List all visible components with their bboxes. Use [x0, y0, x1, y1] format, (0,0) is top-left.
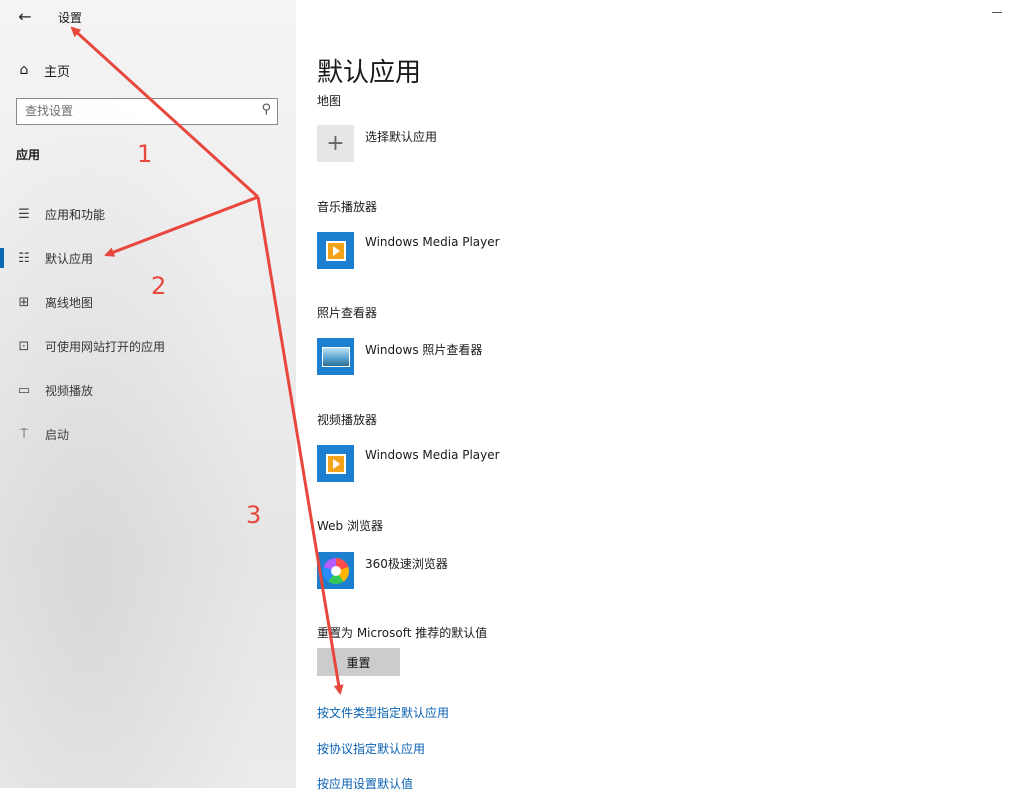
sidebar-item-label: 启动 [45, 427, 70, 442]
minimize-icon[interactable] [992, 12, 1002, 13]
link-protocol-defaults[interactable]: 按协议指定默认应用 [317, 740, 425, 757]
reset-button[interactable]: 重置 [317, 648, 400, 676]
app-name: 360极速浏览器 [365, 557, 448, 571]
category-label: 视频播放器 [317, 413, 378, 427]
sidebar-item-apps-features[interactable]: ☰ 应用和功能 [0, 192, 296, 236]
category-label: 地图 [317, 94, 342, 108]
search-input[interactable] [25, 102, 250, 120]
window-title: 设置 [58, 11, 83, 25]
link-app-defaults[interactable]: 按应用设置默认值 [317, 775, 413, 792]
apps-list-icon: ☰ [18, 206, 30, 222]
default-app-maps[interactable]: + 选择默认应用 [317, 125, 437, 165]
sidebar-section-title: 应用 [16, 148, 41, 162]
sidebar: ← 设置 ⌂ 主页 ⚲ 应用 ☰ 应用和功能 ☷ 默认应用 ⊞ 离线地图 ⊡ 可… [0, 0, 296, 788]
sidebar-item-label: 离线地图 [45, 295, 94, 310]
sidebar-home[interactable]: ⌂ 主页 [16, 60, 70, 80]
sidebar-item-video-playback[interactable]: ▭ 视频播放 [0, 368, 296, 412]
sidebar-item-website-apps[interactable]: ⊡ 可使用网站打开的应用 [0, 324, 296, 368]
sidebar-item-label: 默认应用 [45, 251, 94, 266]
main-content: 默认应用 地图 + 选择默认应用 音乐播放器 Windows Media Pla… [296, 0, 1029, 791]
app-name: Windows 照片查看器 [365, 343, 483, 357]
reset-label: 重置为 Microsoft 推荐的默认值 [317, 626, 488, 640]
default-apps-icon: ☷ [18, 250, 30, 266]
sidebar-item-label: 视频播放 [45, 383, 94, 398]
category-label: Web 浏览器 [317, 519, 383, 533]
app-name: 选择默认应用 [365, 130, 438, 144]
default-app-photos[interactable]: Windows 照片查看器 [317, 338, 482, 378]
home-icon: ⌂ [19, 62, 29, 78]
annotation-number-1: 1 [137, 140, 153, 168]
search-box[interactable]: ⚲ [16, 98, 278, 125]
default-app-browser[interactable]: 360极速浏览器 [317, 552, 448, 592]
default-app-video[interactable]: Windows Media Player [317, 445, 500, 485]
sidebar-nav: ☰ 应用和功能 ☷ 默认应用 ⊞ 离线地图 ⊡ 可使用网站打开的应用 ▭ 视频播… [0, 192, 296, 456]
sidebar-item-label: 可使用网站打开的应用 [45, 339, 166, 354]
sidebar-item-default-apps[interactable]: ☷ 默认应用 [0, 236, 296, 280]
sidebar-item-label: 应用和功能 [45, 207, 106, 222]
category-label: 照片查看器 [317, 306, 378, 320]
annotation-number-2: 2 [151, 272, 167, 300]
photo-viewer-icon [317, 338, 354, 375]
wmp-icon [317, 232, 354, 269]
offline-map-icon: ⊞ [18, 294, 30, 310]
browser-360-icon [317, 552, 354, 589]
annotation-number-3: 3 [246, 501, 262, 529]
website-app-icon: ⊡ [18, 338, 30, 354]
category-label: 音乐播放器 [317, 200, 378, 214]
video-icon: ▭ [17, 382, 31, 398]
link-file-type-defaults[interactable]: 按文件类型指定默认应用 [317, 704, 449, 721]
sidebar-item-offline-maps[interactable]: ⊞ 离线地图 [0, 280, 296, 324]
wmp-icon [317, 445, 354, 482]
startup-icon: ⍑ [20, 426, 28, 442]
plus-icon: + [317, 125, 354, 162]
search-icon[interactable]: ⚲ [261, 102, 271, 117]
app-name: Windows Media Player [365, 235, 500, 249]
default-app-music[interactable]: Windows Media Player [317, 232, 500, 272]
page-title: 默认应用 [317, 58, 422, 88]
app-name: Windows Media Player [365, 448, 500, 462]
sidebar-item-startup[interactable]: ⍑ 启动 [0, 412, 296, 456]
back-arrow-icon[interactable]: ← [14, 6, 36, 28]
sidebar-home-label: 主页 [44, 64, 71, 80]
